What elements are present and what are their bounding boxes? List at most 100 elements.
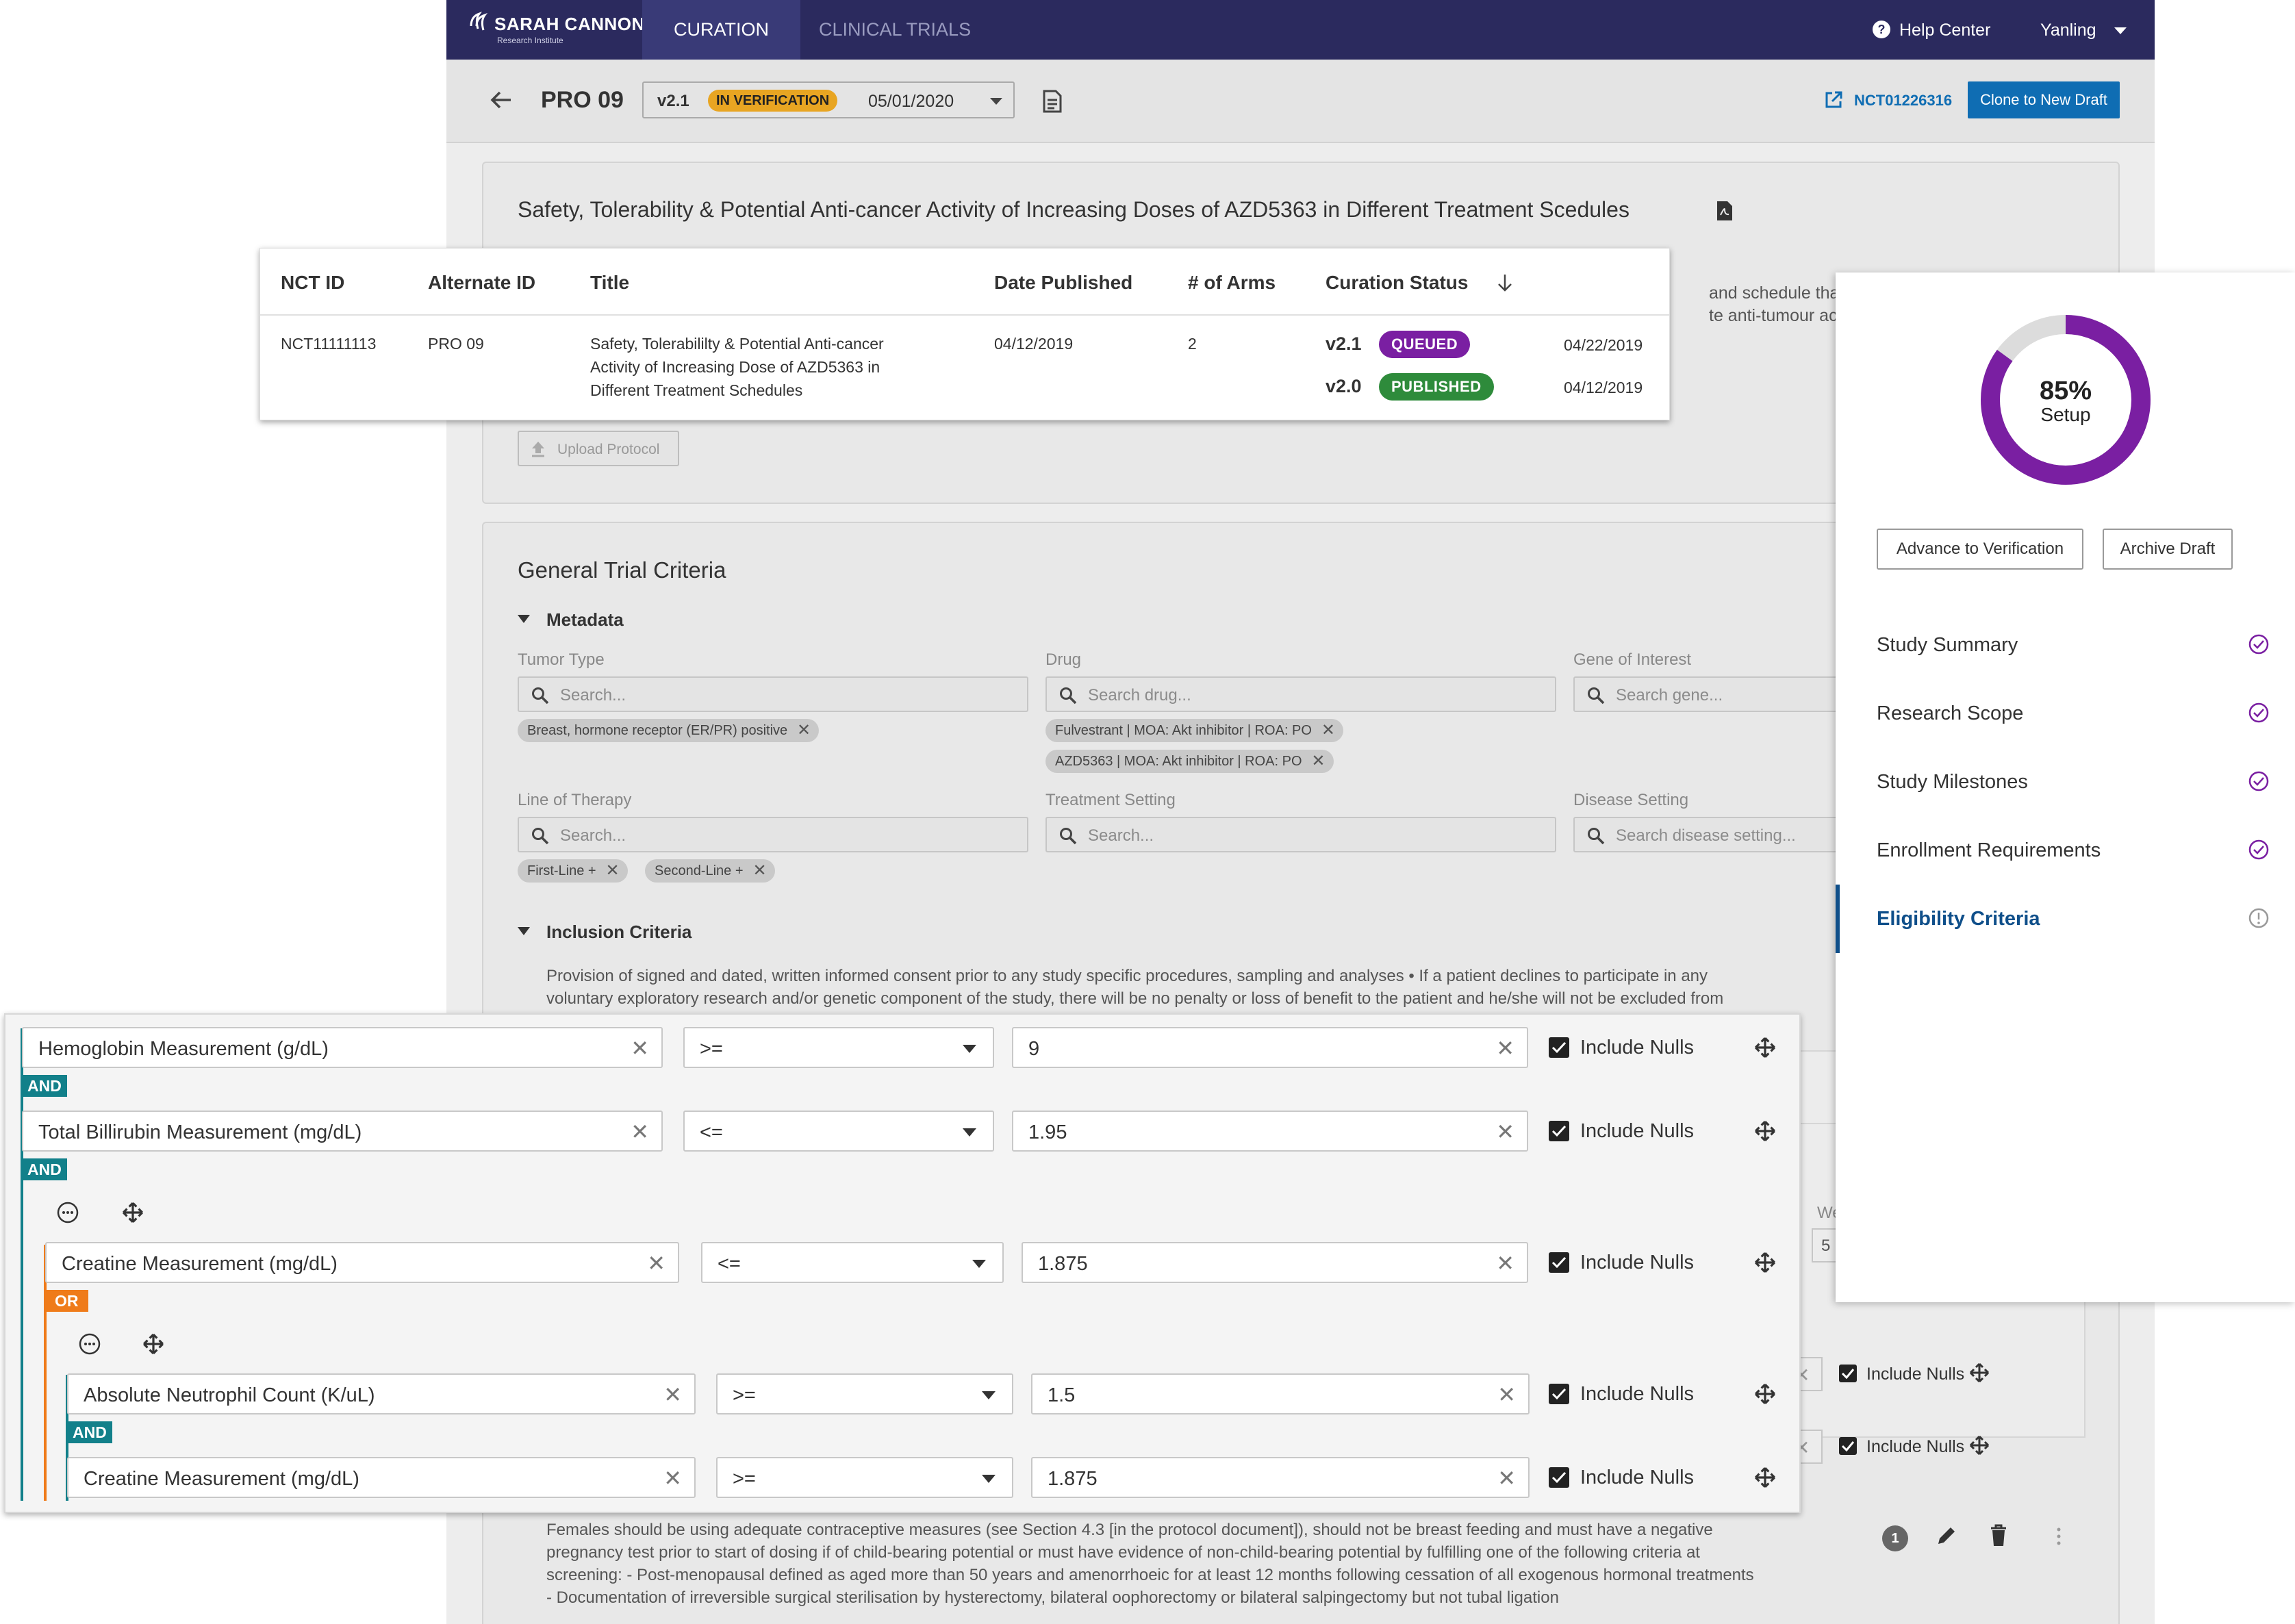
chevron-down-icon [963,1128,976,1137]
and-operator-badge[interactable]: AND [67,1421,112,1443]
inclusion-text-line-1: Provision of signed and dated, written i… [546,967,1708,985]
include-nulls-checkbox[interactable] [1549,1384,1569,1404]
column-header-date-published[interactable]: Date Published [994,272,1132,294]
clear-icon[interactable]: ✕ [631,1035,649,1061]
operator-value: >= [733,1384,756,1406]
drag-handle-icon[interactable] [2055,1527,2062,1546]
drug-chip[interactable]: AZD5363 | MOA: Akt inhibitor | ROA: PO ✕ [1045,750,1334,773]
column-header-arms[interactable]: # of Arms [1188,272,1276,294]
advance-to-verification-button[interactable]: Advance to Verification [1877,529,2083,570]
move-icon[interactable] [1754,1467,1776,1488]
remove-chip-icon[interactable]: ✕ [797,719,811,742]
remove-chip-icon[interactable]: ✕ [605,859,619,883]
clone-to-new-draft-button[interactable]: Clone to New Draft [1968,81,2120,118]
move-icon[interactable] [122,1202,144,1223]
user-menu[interactable]: Yanling [2040,18,2129,42]
status-badge-published: PUBLISHED [1379,373,1494,401]
version-selector[interactable]: v2.1 IN VERIFICATION 05/01/2020 [642,81,1015,118]
operator-select[interactable]: <= [683,1111,994,1152]
tumor-type-search[interactable]: Search... [518,676,1028,712]
move-icon[interactable] [1754,1383,1776,1405]
include-nulls-label: Include Nulls [1580,1252,1695,1273]
drug-search[interactable]: Search drug... [1045,676,1556,712]
pdf-icon[interactable] [1716,200,1734,222]
line-of-therapy-placeholder: Search... [560,826,626,845]
column-header-nct-id[interactable]: NCT ID [281,272,344,294]
move-icon[interactable] [1754,1037,1776,1058]
measurement-field[interactable]: Total Billirubin Measurement (mg/dL) ✕ [22,1111,663,1152]
include-nulls-checkbox[interactable] [1549,1467,1569,1488]
cell-title-line-3: Different Treatment Schedules [590,381,803,399]
disease-setting-placeholder: Search disease setting... [1616,826,1796,845]
column-header-alternate-id[interactable]: Alternate ID [428,272,535,294]
clear-icon[interactable]: ✕ [1496,1119,1514,1145]
check-circle-icon [2248,839,2269,860]
include-nulls-checkbox[interactable] [1549,1252,1569,1273]
value-input[interactable]: 1.95 ✕ [1012,1111,1528,1152]
value-input[interactable]: 1.875 ✕ [1031,1457,1530,1498]
or-operator-badge[interactable]: OR [45,1290,88,1312]
remove-chip-icon[interactable]: ✕ [1311,750,1325,773]
clear-icon[interactable]: ✕ [1496,1250,1514,1276]
column-header-curation-status[interactable]: Curation Status [1326,272,1468,294]
value-text: 1.95 [1028,1121,1067,1143]
clear-icon[interactable]: ✕ [663,1382,682,1408]
chip-label: First-Line + [527,863,596,878]
and-operator-badge[interactable]: AND [22,1158,67,1180]
cell-nct-id: NCT11111113 [281,335,377,353]
include-nulls-checkbox[interactable] [1549,1037,1569,1058]
sort-arrow-down-icon[interactable] [1497,273,1513,292]
remove-chip-icon[interactable]: ✕ [1321,719,1335,742]
clear-icon[interactable]: ✕ [663,1465,682,1491]
measurement-field[interactable]: Creatine Measurement (mg/dL) ✕ [45,1242,679,1283]
operator-select[interactable]: >= [716,1373,1013,1414]
clear-icon[interactable]: ✕ [1497,1382,1516,1408]
clear-icon[interactable]: ✕ [1497,1465,1516,1491]
line-of-therapy-chip[interactable]: Second-Line + ✕ [645,859,775,883]
drug-chip[interactable]: Fulvestrant | MOA: Akt inhibitor | ROA: … [1045,719,1343,742]
move-icon[interactable] [1969,1362,1990,1383]
archive-draft-button[interactable]: Archive Draft [2103,529,2233,570]
checkbox-checked-icon[interactable] [1839,1365,1857,1382]
operator-select[interactable]: >= [683,1027,994,1068]
operator-select[interactable]: >= [716,1457,1013,1498]
clear-icon[interactable]: ✕ [631,1119,649,1145]
treatment-setting-search[interactable]: Search... [1045,817,1556,852]
line-of-therapy-chip[interactable]: First-Line + ✕ [518,859,628,883]
clear-icon[interactable]: ✕ [647,1250,665,1276]
help-icon: ? [1873,21,1890,38]
value-input[interactable]: 9 ✕ [1012,1027,1528,1068]
sarah-cannon-logo[interactable]: SARAH CANNON Research Institute [468,10,644,51]
edit-icon[interactable] [1935,1524,1958,1547]
line-of-therapy-search[interactable]: Search... [518,817,1028,852]
measurement-field[interactable]: Absolute Neutrophil Count (K/uL) ✕ [67,1373,696,1414]
upload-protocol-button[interactable]: Upload Protocol [518,431,679,466]
and-operator-badge[interactable]: AND [22,1075,67,1097]
measurement-field[interactable]: Hemoglobin Measurement (g/dL) ✕ [22,1027,663,1068]
delete-icon[interactable] [1990,1524,2007,1547]
move-icon[interactable] [142,1333,164,1355]
back-arrow-icon[interactable] [490,90,512,110]
move-icon[interactable] [1754,1120,1776,1142]
tab-clinical-trials[interactable]: CLINICAL TRIALS [787,0,1002,60]
move-icon[interactable] [1754,1252,1776,1273]
value-input[interactable]: 1.5 ✕ [1031,1373,1530,1414]
group-options-icon[interactable] [78,1332,101,1356]
logo-main-text: SARAH CANNON [494,14,645,34]
column-header-title[interactable]: Title [590,272,629,294]
operator-select[interactable]: <= [701,1242,1004,1283]
measurement-field[interactable]: Creatine Measurement (mg/dL) ✕ [67,1457,696,1498]
tumor-type-chip[interactable]: Breast, hormone receptor (ER/PR) positiv… [518,719,820,742]
move-icon[interactable] [1969,1435,1990,1456]
tumor-type-label: Tumor Type [518,650,605,669]
clear-icon[interactable]: ✕ [1496,1035,1514,1061]
checkbox-checked-icon[interactable] [1839,1437,1857,1455]
tab-curation[interactable]: CURATION [642,0,800,60]
document-icon[interactable] [1042,90,1063,113]
group-options-icon[interactable] [56,1201,79,1224]
include-nulls-checkbox[interactable] [1549,1121,1569,1141]
check-circle-icon [2248,702,2269,723]
remove-chip-icon[interactable]: ✕ [752,859,766,883]
females-text-line-4: - Documentation of irreversible surgical… [546,1588,1559,1607]
value-input[interactable]: 1.875 ✕ [1022,1242,1528,1283]
